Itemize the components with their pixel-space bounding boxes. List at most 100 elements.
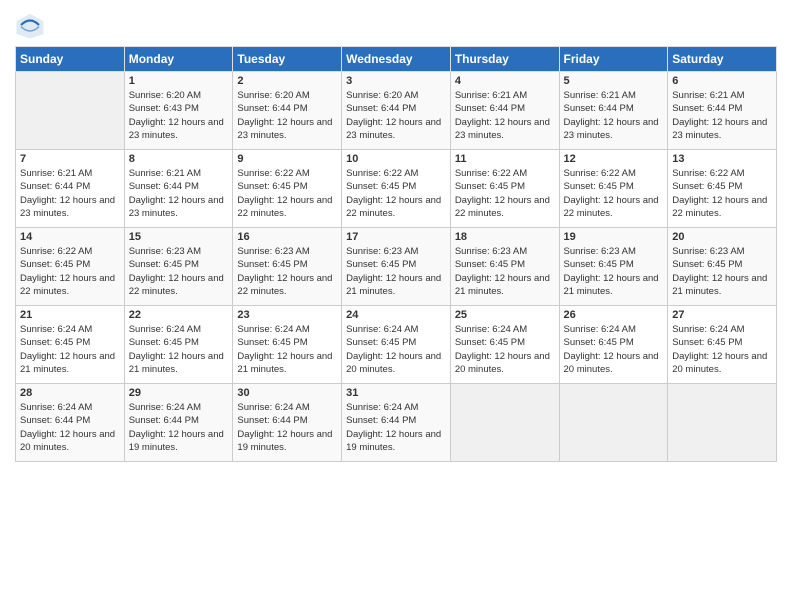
day-number: 8 (129, 153, 229, 165)
day-info: Sunrise: 6:22 AM Sunset: 6:45 PM Daylight:… (455, 167, 555, 220)
calendar-cell: 8 Sunrise: 6:21 AMSunset: 6:44 PMDaylight… (124, 150, 233, 228)
day-number: 6 (672, 75, 772, 87)
weekday-header-monday: Monday (124, 47, 233, 72)
day-info: Sunrise: 6:20 AMSunset: 6:44 PMDaylight:… (346, 89, 446, 142)
sunrise-text: Sunrise: 6:22 AM (455, 168, 527, 179)
calendar-week-row: 14Sunrise: 6:22 AMSunset: 6:45 PMDayligh… (16, 228, 777, 306)
sunset-text: Sunset: 6:44 PM (129, 415, 199, 426)
sunset-text: Sunset: 6:44 PM (237, 103, 307, 114)
daylight-text: Daylight: 12 hours and 21 minutes. (455, 273, 550, 297)
sunrise-text: Sunrise: 6:24 AM (237, 402, 309, 413)
day-info: Sunrise: 6:20 AMSunset: 6:43 PMDaylight:… (129, 89, 229, 142)
day-number: 10 (346, 153, 446, 165)
calendar-cell (16, 72, 125, 150)
sunrise-text: Sunrise: 6:23 AM (346, 246, 418, 257)
sunrise-text: Sunrise: 6:24 AM (346, 402, 418, 413)
sunset-text: Sunset: 6:45 PM (237, 181, 307, 192)
daylight-text: Daylight: 12 hours and 22 minutes. (455, 195, 550, 219)
calendar-cell: 25Sunrise: 6:24 AMSunset: 6:45 PMDayligh… (450, 306, 559, 384)
weekday-header-thursday: Thursday (450, 47, 559, 72)
calendar-cell: 3Sunrise: 6:20 AMSunset: 6:44 PMDaylight… (342, 72, 451, 150)
sunrise-text: Sunrise: 6:24 AM (20, 324, 92, 335)
sunrise-text: Sunrise: 6:23 AM (237, 246, 309, 257)
day-info: Sunrise: 6:23 AMSunset: 6:45 PMDaylight:… (129, 245, 229, 298)
daylight-text: Daylight: 12 hours and 23 minutes. (672, 117, 767, 141)
sunrise-text: Sunrise: 6:23 AM (564, 246, 636, 257)
day-info: Sunrise: 6:22 AMSunset: 6:45 PMDaylight:… (346, 167, 446, 220)
day-info: Sunrise: 6:24 AMSunset: 6:45 PMDaylight:… (129, 323, 229, 376)
daylight-text: Daylight: 12 hours and 23 minutes. (564, 117, 659, 141)
sunrise-text: Sunrise: 6:21 AM (455, 90, 527, 101)
day-number: 24 (346, 309, 446, 321)
logo-icon (15, 10, 45, 40)
page-header (15, 10, 777, 40)
daylight-text: Daylight: 12 hours and 20 minutes. (564, 351, 659, 375)
logo (15, 10, 49, 40)
day-info: Sunrise: 6:21 AMSunset: 6:44 PMDaylight:… (129, 167, 229, 220)
calendar-cell: 14Sunrise: 6:22 AMSunset: 6:45 PMDayligh… (16, 228, 125, 306)
daylight-text: Daylight: 12 hours and 23 minutes. (129, 117, 224, 141)
day-number: 4 (455, 75, 555, 87)
calendar-week-row: 1 Sunrise: 6:20 AMSunset: 6:43 PMDaylight… (16, 72, 777, 150)
day-number: 2 (237, 75, 337, 87)
calendar-cell: 16Sunrise: 6:23 AMSunset: 6:45 PMDayligh… (233, 228, 342, 306)
day-number: 11 (455, 153, 555, 165)
day-info: Sunrise: 6:24 AMSunset: 6:45 PMDaylight:… (346, 323, 446, 376)
sunrise-text: Sunrise: 6:24 AM (129, 324, 201, 335)
calendar-cell: 27Sunrise: 6:24 AMSunset: 6:45 PMDayligh… (668, 306, 777, 384)
daylight-text: Daylight: 12 hours and 22 minutes. (237, 195, 332, 219)
daylight-text: Daylight: 12 hours and 19 minutes. (346, 429, 441, 453)
sunrise-text: Sunrise: 6:20 AM (237, 90, 309, 101)
calendar-cell: 1 Sunrise: 6:20 AMSunset: 6:43 PMDaylight… (124, 72, 233, 150)
sunset-text: Sunset: 6:45 PM (455, 181, 525, 192)
day-number: 19 (564, 231, 664, 243)
sunrise-text: Sunrise: 6:20 AM (129, 90, 201, 101)
sunset-text: Sunset: 6:44 PM (20, 415, 90, 426)
daylight-text: Daylight: 12 hours and 20 minutes. (346, 351, 441, 375)
calendar-cell: 9 Sunrise: 6:22 AM Sunset: 6:45 PM Daylight… (233, 150, 342, 228)
sunset-text: Sunset: 6:45 PM (237, 259, 307, 270)
day-number: 17 (346, 231, 446, 243)
sunrise-text: Sunrise: 6:21 AM (564, 90, 636, 101)
calendar-week-row: 7Sunrise: 6:21 AMSunset: 6:44 PMDaylight… (16, 150, 777, 228)
sunset-text: Sunset: 6:44 PM (564, 103, 634, 114)
day-number: 27 (672, 309, 772, 321)
daylight-text: Daylight: 12 hours and 23 minutes. (455, 117, 550, 141)
day-number: 9 (237, 153, 337, 165)
daylight-text: Daylight: 12 hours and 19 minutes. (237, 429, 332, 453)
calendar-cell: 7Sunrise: 6:21 AMSunset: 6:44 PMDaylight… (16, 150, 125, 228)
calendar-cell: 30Sunrise: 6:24 AMSunset: 6:44 PMDayligh… (233, 384, 342, 462)
sunset-text: Sunset: 6:45 PM (346, 181, 416, 192)
daylight-text: Daylight: 12 hours and 23 minutes. (20, 195, 115, 219)
weekday-header-sunday: Sunday (16, 47, 125, 72)
sunset-text: Sunset: 6:44 PM (237, 415, 307, 426)
day-info: Sunrise: 6:21 AMSunset: 6:44 PMDaylight:… (672, 89, 772, 142)
calendar-cell: 20Sunrise: 6:23 AMSunset: 6:45 PMDayligh… (668, 228, 777, 306)
calendar-table: SundayMondayTuesdayWednesdayThursdayFrid… (15, 46, 777, 462)
sunset-text: Sunset: 6:45 PM (237, 337, 307, 348)
sunrise-text: Sunrise: 6:24 AM (564, 324, 636, 335)
day-number: 31 (346, 387, 446, 399)
daylight-text: Daylight: 12 hours and 22 minutes. (672, 195, 767, 219)
sunrise-text: Sunrise: 6:21 AM (129, 168, 201, 179)
sunrise-text: Sunrise: 6:23 AM (455, 246, 527, 257)
day-info: Sunrise: 6:24 AM Sunset: 6:44 PM Daylight:… (346, 401, 446, 454)
sunrise-text: Sunrise: 6:22 AM (237, 168, 309, 179)
weekday-header-saturday: Saturday (668, 47, 777, 72)
sunrise-text: Sunrise: 6:24 AM (237, 324, 309, 335)
calendar-cell: 22Sunrise: 6:24 AMSunset: 6:45 PMDayligh… (124, 306, 233, 384)
day-number: 1 (129, 75, 229, 87)
calendar-cell: 15Sunrise: 6:23 AMSunset: 6:45 PMDayligh… (124, 228, 233, 306)
day-info: Sunrise: 6:24 AMSunset: 6:45 PMDaylight:… (564, 323, 664, 376)
sunset-text: Sunset: 6:44 PM (346, 415, 416, 426)
calendar-week-row: 21Sunrise: 6:24 AMSunset: 6:45 PMDayligh… (16, 306, 777, 384)
daylight-text: Daylight: 12 hours and 22 minutes. (237, 273, 332, 297)
day-info: Sunrise: 6:23 AMSunset: 6:45 PMDaylight:… (346, 245, 446, 298)
day-number: 18 (455, 231, 555, 243)
weekday-header-wednesday: Wednesday (342, 47, 451, 72)
day-info: Sunrise: 6:22 AMSunset: 6:45 PMDaylight:… (20, 245, 120, 298)
day-info: Sunrise: 6:21 AM Sunset: 6:44 PM Daylight:… (564, 89, 664, 142)
day-info: Sunrise: 6:24 AMSunset: 6:45 PMDaylight:… (237, 323, 337, 376)
day-info: Sunrise: 6:24 AMSunset: 6:44 PMDaylight:… (129, 401, 229, 454)
daylight-text: Daylight: 12 hours and 20 minutes. (672, 351, 767, 375)
